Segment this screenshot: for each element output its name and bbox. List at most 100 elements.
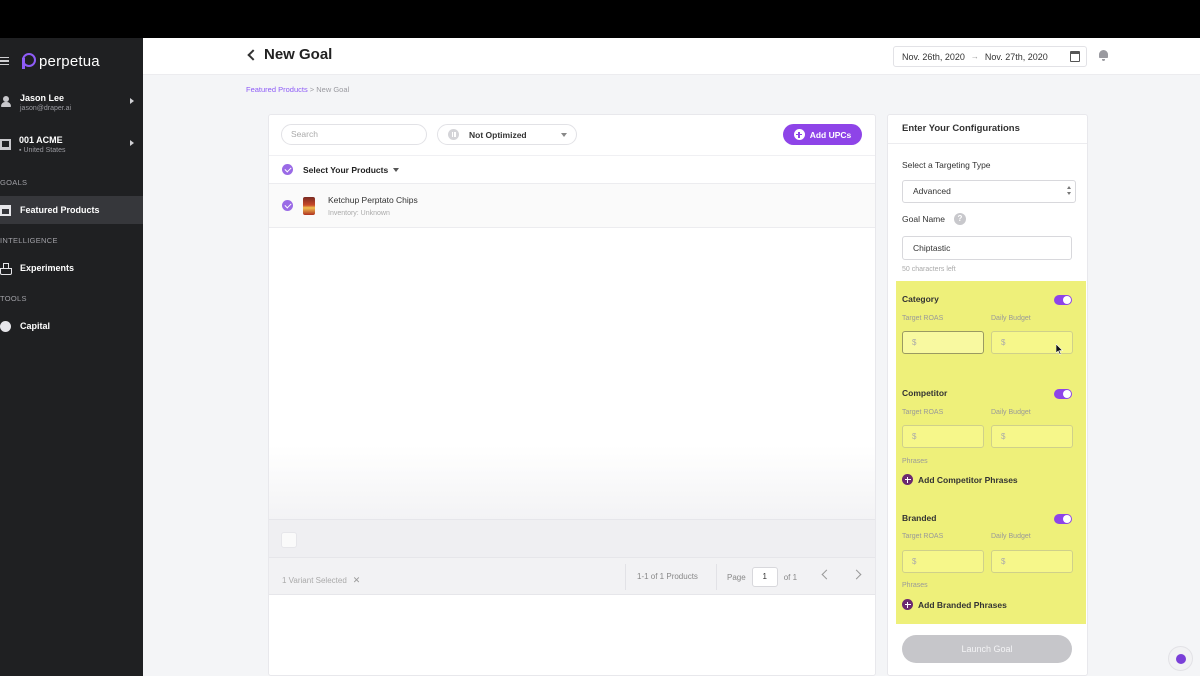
date-start: Nov. 26th, 2020: [902, 51, 965, 62]
branded-budget-input[interactable]: $: [991, 550, 1073, 573]
sidebar-logo-row: perpetua: [0, 38, 143, 84]
goal-name-label: Goal Name: [902, 214, 945, 224]
building-icon: [0, 138, 11, 150]
product-info: Ketchup Perptato Chips Inventory: Unknow…: [328, 195, 418, 217]
main-content: New Goal Nov. 26th, 2020 → Nov. 27th, 20…: [143, 38, 1200, 676]
add-branded-phrases-label: Add Branded Phrases: [918, 599, 1007, 610]
user-info: Jason Lee jason@draper.ai: [20, 93, 71, 112]
page-label: Page: [727, 572, 746, 582]
sidebar: perpetua Jason Lee jason@draper.ai 001 A…: [0, 38, 143, 676]
sidebar-section-goals: GOALS: [0, 177, 28, 187]
branded-toggle[interactable]: [1054, 514, 1072, 524]
add-competitor-phrases-label: Add Competitor Phrases: [918, 474, 1018, 485]
select-products-label: Select Your Products: [303, 164, 389, 175]
close-icon[interactable]: ✕: [353, 575, 361, 586]
check-circle-icon[interactable]: [282, 164, 293, 175]
bug-report-button[interactable]: [1168, 646, 1193, 671]
select-all-checkbox[interactable]: [281, 532, 297, 548]
account-info: 001 ACME ▪ United States: [19, 135, 65, 154]
targeting-type-label: Select a Targeting Type: [902, 160, 991, 170]
sidebar-item-label: Experiments: [20, 263, 75, 273]
targeting-type-select[interactable]: Advanced: [902, 180, 1076, 203]
add-competitor-phrases-button[interactable]: Add Competitor Phrases: [902, 474, 1018, 485]
bell-icon[interactable]: [1098, 50, 1109, 61]
branded-label: Branded: [902, 513, 937, 523]
arrow-right-icon: →: [970, 52, 979, 61]
page-of-label: of 1: [783, 572, 798, 582]
select-products-header[interactable]: Select Your Products: [269, 155, 875, 184]
variant-selected-status: 1 Variant Selected ✕: [282, 575, 360, 586]
search-input[interactable]: Search: [281, 124, 427, 145]
plus-circle-icon: [902, 474, 913, 485]
breadcrumb-featured-products[interactable]: Featured Products: [246, 85, 308, 94]
configuration-panel: Enter Your Configurations Select a Targe…: [887, 114, 1088, 676]
product-inventory: Inventory: Unknown: [328, 209, 390, 217]
hamburger-menu-icon[interactable]: [0, 56, 12, 66]
add-upcs-button[interactable]: Add UPCs: [783, 124, 862, 145]
sidebar-item-featured-products[interactable]: Featured Products: [0, 196, 143, 224]
competitor-budget-label: Daily Budget: [991, 409, 1031, 416]
list-fade-overlay: [269, 445, 875, 525]
branded-roas-input[interactable]: $: [902, 550, 984, 573]
category-roas-input[interactable]: $: [902, 331, 984, 354]
branded-roas-label: Target ROAS: [902, 533, 944, 540]
configuration-title: Enter Your Configurations: [888, 115, 1087, 144]
brand-name: perpetua: [39, 52, 100, 70]
pause-icon: [448, 129, 459, 140]
products-panel: Search Not Optimized Add UPCs Select You…: [268, 114, 876, 676]
category-toggle[interactable]: [1054, 295, 1072, 305]
sidebar-item-label: Featured Products: [20, 205, 100, 215]
back-arrow-icon[interactable]: [247, 49, 259, 61]
competitor-toggle[interactable]: [1054, 389, 1072, 399]
person-icon: [0, 96, 12, 108]
sidebar-section-intelligence: INTELLIGENCE: [0, 235, 58, 245]
branded-budget-label: Daily Budget: [991, 533, 1031, 540]
date-range-picker[interactable]: Nov. 26th, 2020 → Nov. 27th, 2020: [893, 46, 1087, 67]
competitor-phrases-label: Phrases: [902, 458, 928, 465]
flask-icon: [0, 262, 12, 275]
launch-goal-button[interactable]: Launch Goal: [902, 635, 1072, 663]
help-icon[interactable]: ?: [954, 213, 966, 225]
add-branded-phrases-button[interactable]: Add Branded Phrases: [902, 599, 1007, 610]
perpetua-logo-icon: [22, 53, 36, 69]
brand-logo[interactable]: perpetua: [22, 53, 100, 70]
competitor-roas-label: Target ROAS: [902, 409, 944, 416]
bulk-action-bar: [269, 519, 875, 557]
check-circle-icon[interactable]: [282, 200, 293, 211]
goal-name-input[interactable]: Chiptastic: [902, 236, 1072, 260]
chevron-left-icon[interactable]: [821, 569, 832, 580]
sidebar-item-experiments[interactable]: Experiments: [0, 254, 143, 282]
breadcrumb-separator: >: [307, 85, 317, 94]
user-email: jason@draper.ai: [20, 104, 72, 112]
calendar-icon[interactable]: [1070, 51, 1080, 62]
product-range-count: 1-1 of 1 Products: [625, 564, 698, 590]
product-row[interactable]: Ketchup Perptato Chips Inventory: Unknow…: [269, 184, 875, 228]
add-upcs-label: Add UPCs: [809, 129, 852, 140]
page-selector: Page 1 of 1: [716, 564, 797, 590]
user-switcher[interactable]: Jason Lee jason@draper.ai: [0, 84, 143, 120]
category-label: Category: [902, 294, 939, 304]
sidebar-section-tools: TOOLS: [0, 293, 27, 303]
plus-circle-icon: [793, 129, 805, 140]
sidebar-item-capital[interactable]: Capital: [0, 312, 143, 340]
account-name: 001 ACME: [19, 134, 63, 145]
competitor-roas-input[interactable]: $: [902, 425, 984, 448]
caret-right-icon: [130, 140, 134, 146]
account-switcher[interactable]: 001 ACME ▪ United States: [0, 126, 143, 162]
page-title: New Goal: [264, 46, 333, 63]
product-name: Ketchup Perptato Chips: [328, 194, 418, 205]
breadcrumb-current: New Goal: [316, 85, 350, 94]
competitor-budget-input[interactable]: $: [991, 425, 1073, 448]
page-number-input[interactable]: 1: [751, 567, 778, 587]
page-header: New Goal Nov. 26th, 2020 → Nov. 27th, 20…: [143, 38, 1200, 75]
user-name: Jason Lee: [20, 92, 65, 103]
chevron-right-icon[interactable]: [851, 569, 862, 580]
product-thumbnail: [303, 196, 315, 215]
caret-down-icon[interactable]: [393, 167, 400, 172]
optimization-filter-select[interactable]: Not Optimized: [437, 124, 577, 145]
caret-right-icon: [130, 98, 134, 104]
competitor-label: Competitor: [902, 388, 948, 398]
coin-icon: [0, 320, 11, 332]
category-budget-label: Daily Budget: [991, 315, 1031, 322]
characters-left: 50 characters left: [902, 266, 956, 273]
